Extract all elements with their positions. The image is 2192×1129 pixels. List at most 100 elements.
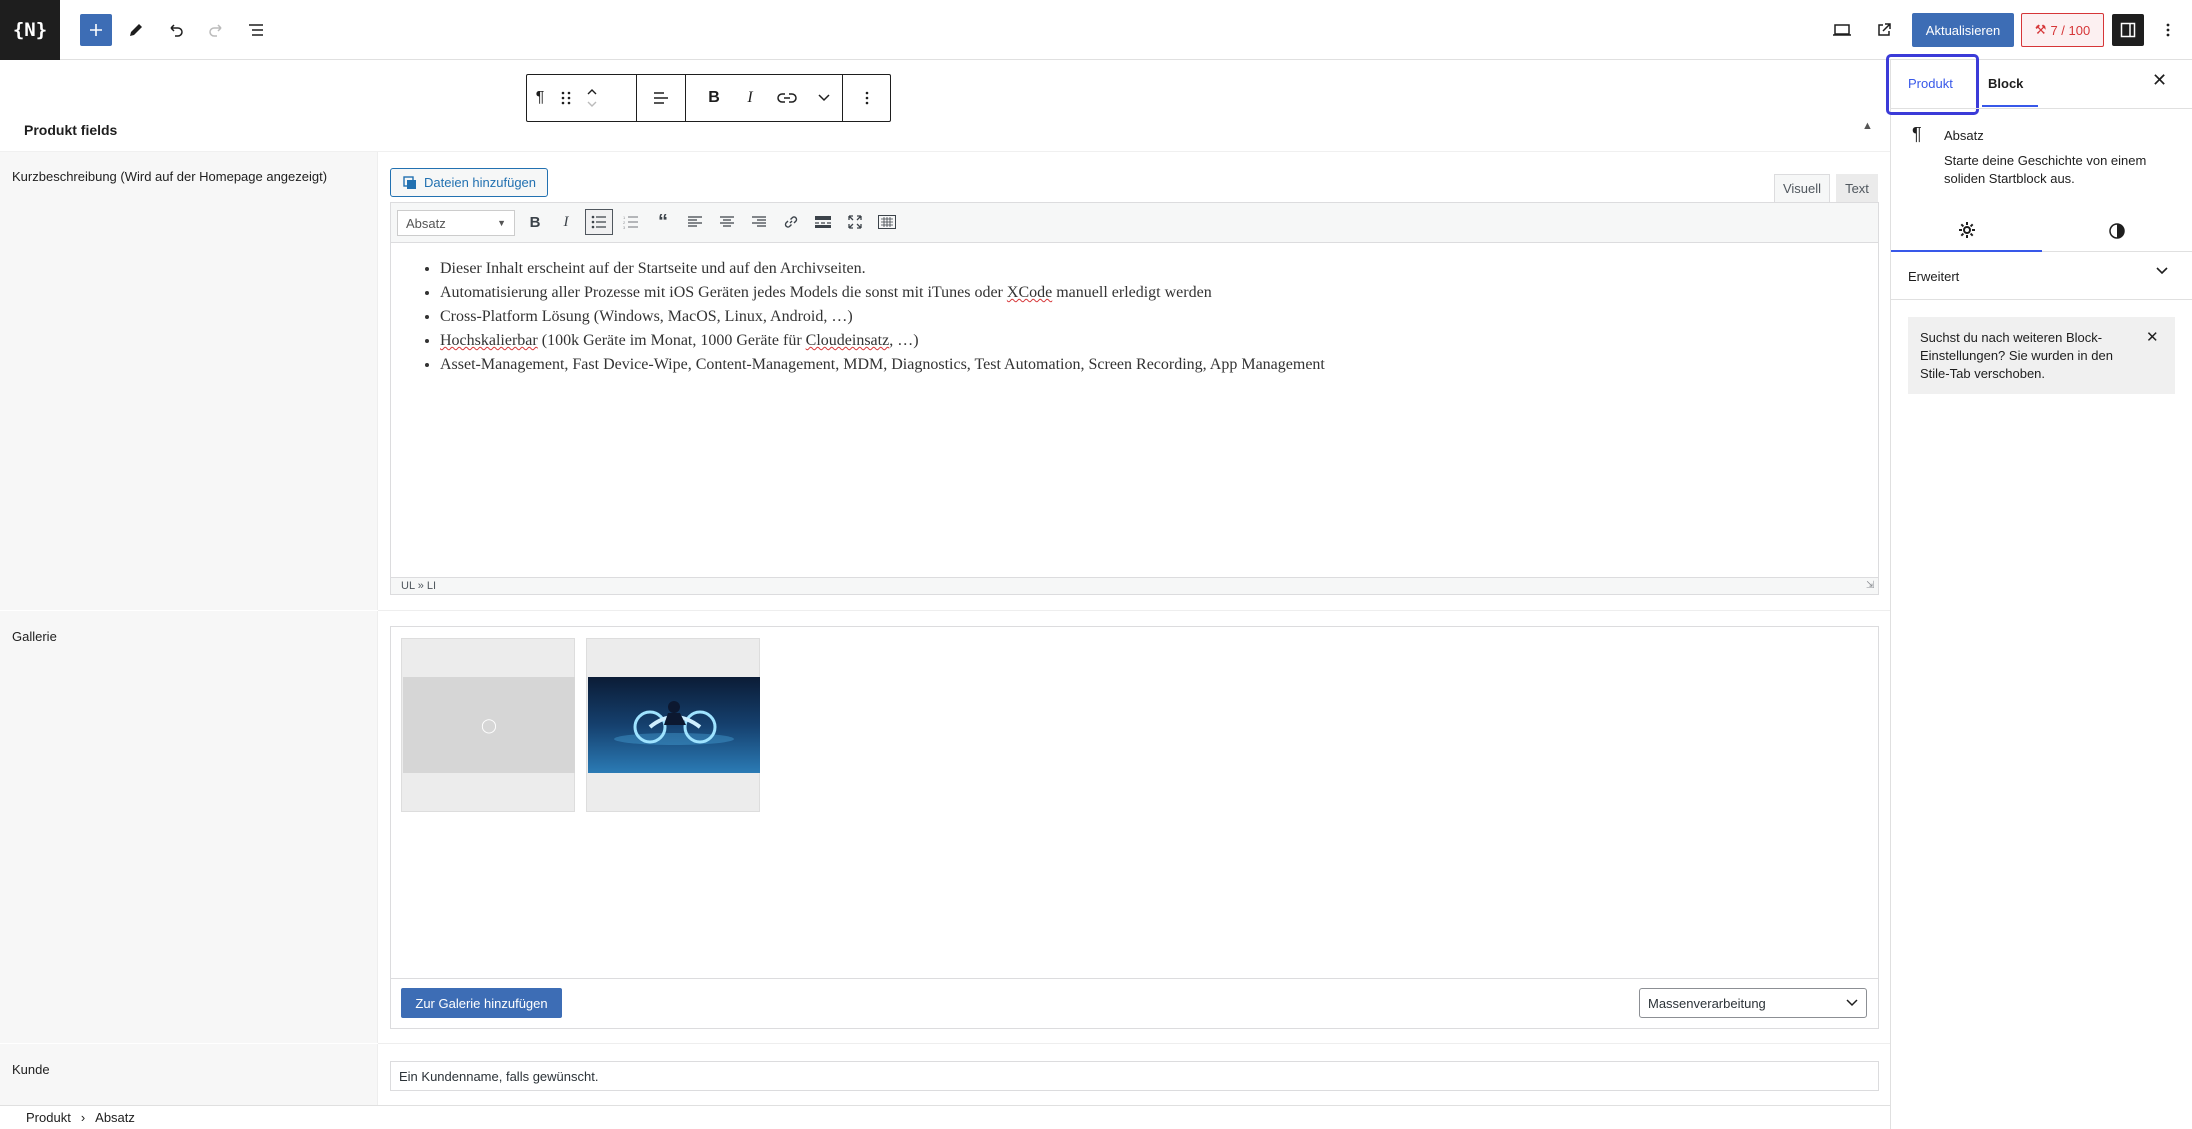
- close-icon[interactable]: ✕: [2152, 70, 2167, 91]
- drag-handle-icon[interactable]: [553, 75, 579, 121]
- element-path: UL » LI: [391, 577, 1878, 594]
- list-item: Hochskalierbar (100k Geräte im Monat, 10…: [440, 329, 1877, 353]
- row-divider: [378, 1043, 1890, 1044]
- gallery-thumb[interactable]: [586, 638, 760, 812]
- tab-text[interactable]: Text: [1836, 174, 1878, 202]
- read-more-icon[interactable]: [809, 208, 837, 236]
- row-divider: [378, 610, 1890, 611]
- score-icon: ⚒: [2034, 22, 2047, 37]
- more-vertical-icon: [2166, 23, 2170, 37]
- divider: [1891, 108, 2192, 109]
- settings-tab[interactable]: [1891, 210, 2042, 252]
- content-list: Dieser Inhalt erscheint auf der Startsei…: [440, 257, 1877, 377]
- breadcrumb: Produkt › Absatz: [0, 1105, 1890, 1129]
- gear-icon: [1958, 222, 1975, 238]
- toolbar-toggle-icon[interactable]: [873, 208, 901, 236]
- block-card-description: Starte deine Geschichte von einem solide…: [1944, 153, 2147, 186]
- seo-score-badge[interactable]: ⚒ 7 / 100: [2021, 13, 2104, 47]
- desktop-icon: [1833, 24, 1851, 36]
- link-icon[interactable]: [767, 75, 807, 121]
- metabox-header: [0, 108, 1890, 152]
- tools-button[interactable]: [120, 14, 152, 46]
- add-block-button[interactable]: [80, 14, 112, 46]
- chevron-down-icon[interactable]: [807, 75, 841, 121]
- dropdown-arrow-icon: ▼: [497, 218, 506, 228]
- label-cell-short-desc: [0, 152, 378, 610]
- options-button[interactable]: [2152, 14, 2184, 46]
- bullet-list-icon[interactable]: [585, 209, 613, 235]
- undo-icon: [170, 24, 183, 37]
- add-media-label: Dateien hinzufügen: [423, 175, 537, 190]
- bold-icon[interactable]: B: [697, 75, 731, 121]
- styles-moved-notice: Suchst du nach weiteren Block-Einstellun…: [1908, 317, 2175, 394]
- external-link-icon: [1878, 23, 1891, 36]
- gallery-thumb[interactable]: ◯: [401, 638, 575, 812]
- customer-field[interactable]: Ein Kundenname, falls gewünscht.: [390, 1061, 1879, 1091]
- metabox-title: Produkt fields: [24, 122, 118, 138]
- align-right-icon[interactable]: [745, 208, 773, 236]
- list-item: Asset-Management, Fast Device-Wipe, Cont…: [440, 353, 1877, 377]
- tab-visual[interactable]: Visuell: [1774, 174, 1830, 202]
- editor-header: [0, 0, 2192, 60]
- toolbar-separator: [685, 75, 686, 121]
- close-icon[interactable]: ✕: [2146, 328, 2159, 346]
- align-center-icon[interactable]: [713, 208, 741, 236]
- score-value: 7 / 100: [2050, 22, 2091, 38]
- tab-block[interactable]: Block: [1988, 76, 2023, 91]
- site-logo[interactable]: {N}: [0, 0, 60, 60]
- plus-icon: [90, 24, 102, 36]
- settings-toggle-button[interactable]: [2112, 14, 2144, 46]
- advanced-panel-label: Erweitert: [1908, 269, 1960, 284]
- image-placeholder-icon: ◯: [403, 677, 575, 773]
- resize-handle-icon[interactable]: ⇲: [1866, 580, 1874, 591]
- collapse-up-icon[interactable]: ▲: [1862, 120, 1873, 132]
- italic-icon[interactable]: I: [733, 75, 767, 121]
- redo-button[interactable]: [200, 14, 232, 46]
- align-icon[interactable]: [637, 75, 685, 121]
- blockquote-icon[interactable]: “: [649, 208, 677, 236]
- add-to-gallery-button[interactable]: Zur Galerie hinzufügen: [401, 988, 562, 1018]
- focus-highlight: [1886, 54, 1979, 115]
- breadcrumb-item-absatz: Absatz: [95, 1110, 135, 1125]
- update-button[interactable]: Aktualisieren: [1912, 13, 2014, 47]
- block-toolbar: ¶ B I: [526, 74, 891, 122]
- editor-content[interactable]: Dieser Inhalt erscheint auf der Startsei…: [392, 244, 1877, 578]
- align-left-icon[interactable]: [681, 208, 709, 236]
- chevron-down-icon: [1846, 999, 1858, 1007]
- styles-tab[interactable]: [2042, 210, 2192, 252]
- move-updown-icon[interactable]: [579, 75, 605, 121]
- fullscreen-icon[interactable]: [841, 208, 869, 236]
- undo-button[interactable]: [160, 14, 192, 46]
- add-media-button[interactable]: Dateien hinzufügen: [390, 168, 548, 197]
- short-desc-label: Kurzbeschreibung (Wird auf der Homepage …: [12, 169, 328, 184]
- bulk-actions-select[interactable]: Massenverarbeitung: [1639, 988, 1867, 1018]
- more-vertical-icon[interactable]: [843, 75, 891, 121]
- label-cell-gallery: [0, 611, 378, 1043]
- gallery-image: [588, 677, 760, 773]
- link-icon[interactable]: [777, 208, 805, 236]
- pencil-icon: [130, 24, 142, 36]
- numbered-list-icon[interactable]: 123: [617, 208, 645, 236]
- format-select-value: Absatz: [406, 215, 446, 231]
- customer-label: Kunde: [12, 1062, 50, 1077]
- active-tab-indicator: [1982, 105, 2038, 107]
- list-item: Automatisierung aller Prozesse mit iOS G…: [440, 281, 1877, 305]
- sidebar-icon: [2120, 22, 2136, 38]
- customer-value: Ein Kundenname, falls gewünscht.: [399, 1068, 599, 1084]
- redo-icon: [209, 24, 222, 37]
- chevron-down-icon: [2155, 266, 2169, 276]
- italic-icon[interactable]: I: [552, 208, 580, 236]
- format-select[interactable]: Absatz ▼: [397, 210, 515, 236]
- svg-text:3: 3: [623, 225, 626, 229]
- label-cell-customer: [0, 1044, 378, 1105]
- bold-icon[interactable]: B: [521, 208, 549, 236]
- paragraph-icon: ¶: [1912, 124, 1922, 144]
- document-overview-button[interactable]: [240, 14, 272, 46]
- list-item: Dieser Inhalt erscheint auf der Startsei…: [440, 257, 1877, 281]
- bulk-select-value: Massenverarbeitung: [1648, 995, 1766, 1011]
- preview-button[interactable]: [1826, 14, 1858, 46]
- media-icon: [403, 175, 416, 189]
- view-post-button[interactable]: [1868, 14, 1900, 46]
- breadcrumb-item-produkt[interactable]: Produkt: [26, 1110, 71, 1125]
- paragraph-icon[interactable]: ¶: [527, 75, 553, 121]
